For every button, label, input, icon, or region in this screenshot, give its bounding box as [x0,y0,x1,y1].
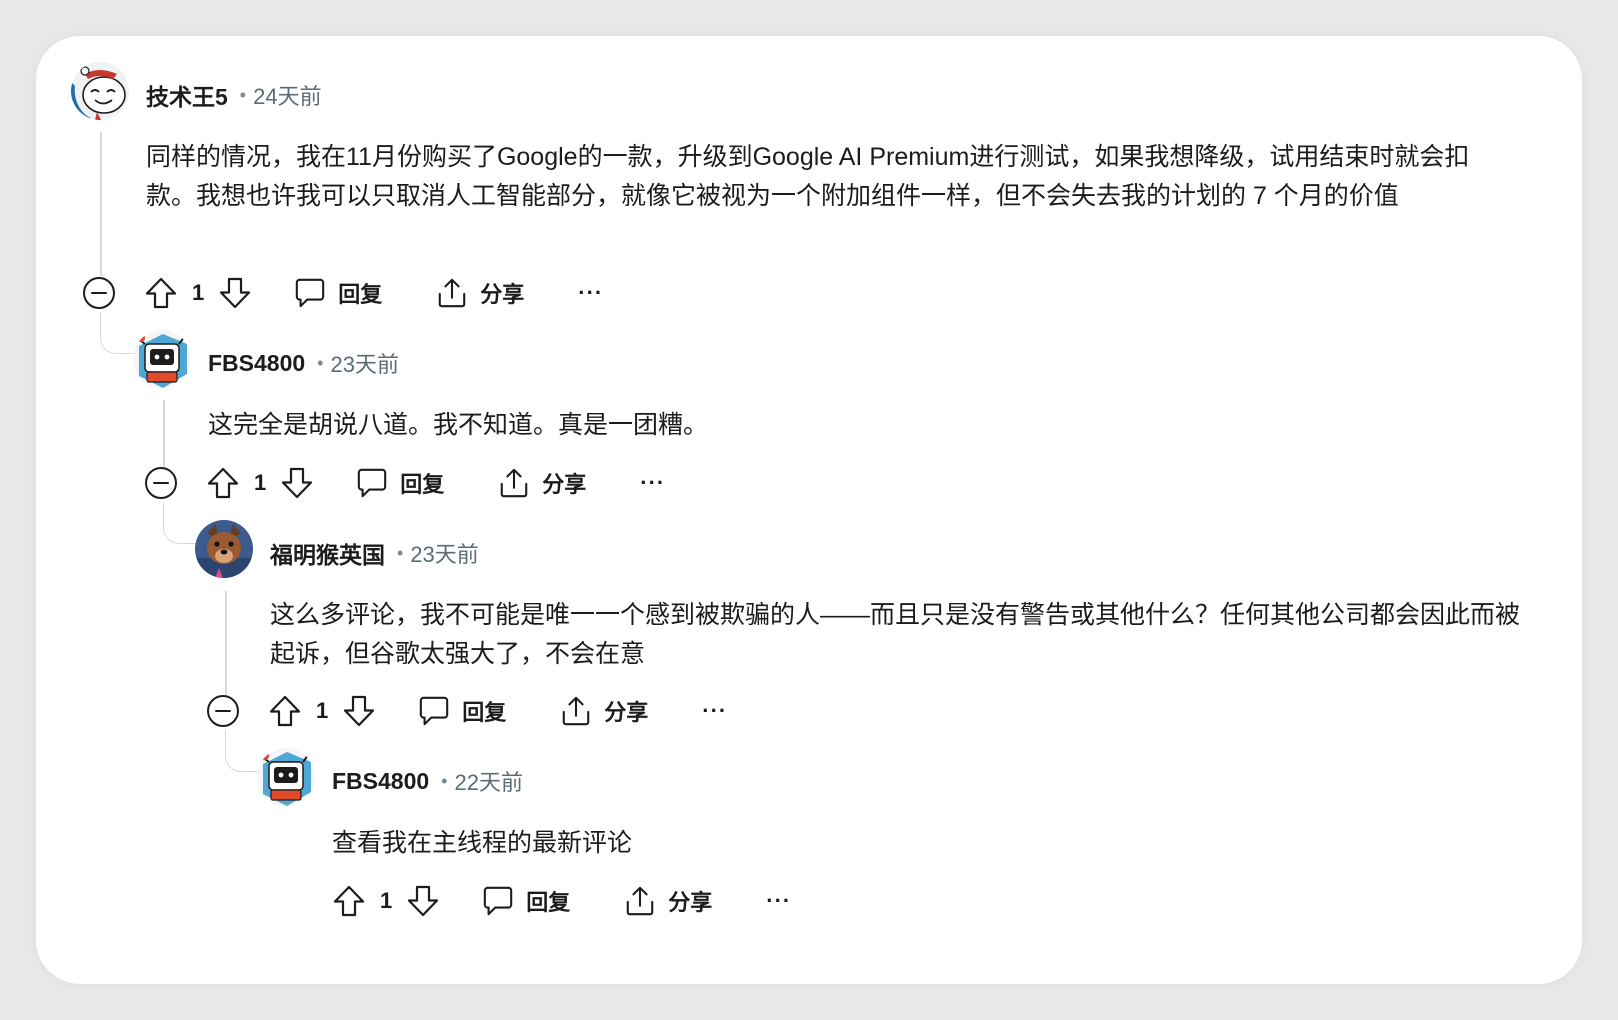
share-button[interactable]: 分享 [436,277,524,309]
separator-dot: • [441,770,448,791]
thread-line-l1 [100,132,102,276]
comment-meta: 技术王5 • 24天前 [146,80,322,110]
thread-line-l3 [225,591,227,695]
username[interactable]: 福明猴英国 [270,536,385,570]
thread-elbow-l3 [225,730,259,772]
comment-actions: 1 回复 分享 ··· [144,463,665,503]
comment-body: 查看我在主线程的最新评论 [332,829,633,857]
comment-actions: 1 回复 分享 ··· [206,691,727,731]
share-button[interactable]: 分享 [498,467,586,499]
comment-bubble-icon [356,467,388,499]
more-options-button[interactable]: ··· [766,888,791,914]
share-icon [624,885,656,917]
downvote-arrow-icon [406,884,440,918]
upvote-button[interactable] [206,466,240,500]
upvote-arrow-icon [144,276,178,310]
vote-count: 1 [192,280,205,305]
reply-button[interactable]: 回复 [294,277,382,309]
separator-dot: • [317,352,324,373]
avatar[interactable] [257,748,315,806]
avatar[interactable] [195,520,253,578]
username[interactable]: FBS4800 [208,350,305,377]
avatar[interactable] [71,62,129,120]
reply-label: 回复 [462,700,507,725]
more-options-button[interactable]: ··· [578,280,603,306]
downvote-arrow-icon [218,276,252,310]
upvote-button[interactable] [332,884,366,918]
comment-body: 这完全是胡说八道。我不知道。真是一团糟。 [208,411,709,439]
vote-count: 1 [254,470,267,495]
reply-label: 回复 [400,472,445,497]
share-icon [498,467,530,499]
more-options-button[interactable]: ··· [702,698,727,724]
share-label: 分享 [604,700,649,725]
upvote-arrow-icon [332,884,366,918]
upvote-arrow-icon [268,694,302,728]
reply-button[interactable]: 回复 [418,695,506,727]
collapse-icon [206,694,240,728]
share-icon [436,277,468,309]
collapse-icon [144,466,178,500]
thread-elbow-l2 [163,502,197,544]
vote-count: 1 [316,698,329,723]
reply-label: 回复 [338,282,383,307]
downvote-button[interactable] [406,884,440,918]
downvote-arrow-icon [342,694,376,728]
collapse-icon [82,276,116,310]
timestamp[interactable]: 23天前 [330,347,398,379]
comment-meta: FBS4800 • 23天前 [208,348,399,378]
snoo-avatar-icon [71,62,129,120]
share-label: 分享 [542,472,587,497]
comment-bubble-icon [482,885,514,917]
share-button[interactable]: 分享 [560,695,648,727]
comment-actions: 1 回复 分享 ··· [332,881,791,921]
comment-bubble-icon [418,695,450,727]
comment-body: 同样的情况，我在11月份购买了Google的一款，升级到Google AI Pr… [146,143,1470,210]
comment-meta: FBS4800 • 22天前 [332,766,523,796]
comment-thread-card: 技术王5 • 24天前 同样的情况，我在11月份购买了Google的一款，升级到… [36,36,1582,984]
reply-button[interactable]: 回复 [356,467,444,499]
share-label: 分享 [668,890,713,915]
upvote-arrow-icon [206,466,240,500]
downvote-button[interactable] [342,694,376,728]
comment-bubble-icon [294,277,326,309]
dog-avatar-icon [195,520,253,578]
separator-dot: • [397,542,404,563]
upvote-button[interactable] [144,276,178,310]
downvote-button[interactable] [218,276,252,310]
more-options-button[interactable]: ··· [640,470,665,496]
thread-line-l2 [163,400,165,467]
share-icon [560,695,592,727]
comment-body: 这么多评论，我不可能是唯一一个感到被欺骗的人——而且只是没有警告或其他什么？任何… [270,601,1521,668]
thread-elbow-l1 [100,312,134,354]
timestamp[interactable]: 22天前 [454,765,522,797]
collapse-button[interactable] [82,276,116,310]
vote-count: 1 [380,888,393,913]
robot-avatar-icon [133,330,191,388]
collapse-button[interactable] [206,694,240,728]
robot-avatar-icon [257,748,315,806]
downvote-button[interactable] [280,466,314,500]
comment-actions: 1 回复 分享 ··· [82,273,603,313]
collapse-button[interactable] [144,466,178,500]
reply-button[interactable]: 回复 [482,885,570,917]
reply-label: 回复 [526,890,571,915]
avatar[interactable] [133,330,191,388]
comment-meta: 福明猴英国 • 23天前 [270,538,479,568]
downvote-arrow-icon [280,466,314,500]
upvote-button[interactable] [268,694,302,728]
timestamp[interactable]: 23天前 [410,537,478,569]
timestamp[interactable]: 24天前 [253,79,321,111]
share-label: 分享 [480,282,525,307]
username[interactable]: 技术王5 [146,78,228,112]
separator-dot: • [239,84,247,105]
share-button[interactable]: 分享 [624,885,712,917]
username[interactable]: FBS4800 [332,768,429,795]
